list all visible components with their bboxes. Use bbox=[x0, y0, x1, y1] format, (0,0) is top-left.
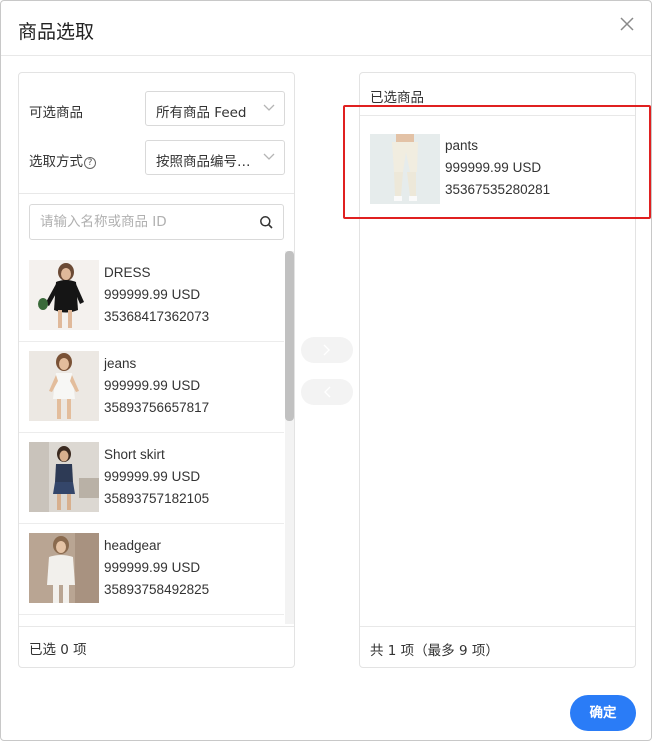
selected-products-panel: 已选商品 pants 999999.99 USD 35367535280281 … bbox=[359, 72, 636, 668]
product-id: 35893756657817 bbox=[104, 400, 210, 415]
product-info: jeans 999999.99 USD 35893756657817 bbox=[104, 353, 209, 419]
white-dress-photo bbox=[29, 351, 99, 421]
product-name: headgear bbox=[104, 538, 162, 553]
selected-title-divider bbox=[360, 115, 635, 116]
close-icon[interactable] bbox=[616, 13, 638, 35]
product-name: Short skirt bbox=[104, 447, 165, 462]
headgear-photo bbox=[29, 533, 99, 603]
selected-count: 已选 0 项 bbox=[29, 642, 87, 658]
product-info: Short skirt 999999.99 USD 35893757182105 bbox=[104, 444, 209, 510]
source-select[interactable]: 所有商品 Feed bbox=[145, 91, 285, 126]
denim-outfit-photo bbox=[29, 442, 99, 512]
move-left-button[interactable] bbox=[301, 379, 353, 405]
chevron-right-icon bbox=[323, 344, 330, 356]
method-select[interactable]: 按照商品编号… bbox=[145, 140, 285, 175]
pants-photo bbox=[370, 134, 440, 204]
product-price: 999999.99 USD bbox=[104, 287, 201, 302]
product-selection-dialog: 商品选取 可选商品 所有商品 Feed 选取方式? 按照商品编号… 请输入名称或… bbox=[0, 0, 652, 741]
dialog-title: 商品选取 bbox=[18, 21, 95, 43]
chevron-down-icon bbox=[263, 153, 275, 160]
available-product-list: DRESS 999999.99 USD 35368417362073 jeans… bbox=[19, 251, 294, 624]
list-item[interactable]: headgear 999999.99 USD 35893758492825 bbox=[19, 524, 284, 615]
search-box bbox=[29, 204, 284, 240]
product-price: 999999.99 USD bbox=[104, 560, 201, 575]
method-select-value: 按照商品编号… bbox=[156, 154, 251, 170]
filter-divider bbox=[19, 193, 294, 194]
search-icon[interactable] bbox=[259, 215, 274, 230]
product-name: DRESS bbox=[104, 265, 151, 280]
source-label: 可选商品 bbox=[29, 105, 83, 121]
product-id: 35893757182105 bbox=[104, 491, 210, 506]
scrollbar-thumb[interactable] bbox=[285, 251, 294, 421]
product-info: headgear 999999.99 USD 35893758492825 bbox=[104, 535, 209, 601]
dialog-header: 商品选取 bbox=[1, 1, 651, 56]
list-item[interactable]: Short skirt 999999.99 USD 35893757182105 bbox=[19, 433, 284, 524]
list-item[interactable]: jeans 999999.99 USD 35893756657817 bbox=[19, 342, 284, 433]
selected-list-item[interactable]: pants 999999.99 USD 35367535280281 bbox=[360, 125, 635, 215]
list-item[interactable] bbox=[19, 615, 284, 624]
product-id: 35367535280281 bbox=[445, 182, 551, 197]
chevron-left-icon bbox=[324, 386, 331, 398]
product-name: pants bbox=[445, 138, 479, 153]
available-products-panel: 可选商品 所有商品 Feed 选取方式? 按照商品编号… 请输入名称或商品 ID… bbox=[18, 72, 295, 668]
chevron-down-icon bbox=[263, 104, 275, 111]
help-icon[interactable]: ? bbox=[84, 157, 96, 169]
product-price: 999999.99 USD bbox=[445, 160, 542, 175]
method-label: 选取方式 bbox=[29, 154, 83, 170]
product-info: DRESS 999999.99 USD 35368417362073 bbox=[104, 262, 209, 328]
source-select-value: 所有商品 Feed bbox=[156, 105, 247, 121]
product-id: 35368417362073 bbox=[104, 309, 210, 324]
product-id: 35893758492825 bbox=[104, 582, 210, 597]
dress-photo bbox=[29, 260, 99, 330]
confirm-button[interactable]: 确定 bbox=[570, 695, 636, 731]
product-info: pants 999999.99 USD 35367535280281 bbox=[445, 135, 550, 201]
footer-divider bbox=[19, 626, 294, 627]
selected-title: 已选商品 bbox=[370, 90, 424, 106]
footer-divider bbox=[360, 626, 635, 627]
search-input[interactable] bbox=[40, 213, 250, 231]
list-item[interactable]: DRESS 999999.99 USD 35368417362073 bbox=[19, 251, 284, 342]
product-price: 999999.99 USD bbox=[104, 469, 201, 484]
method-label-row: 选取方式? bbox=[29, 150, 96, 170]
selected-total: 共 1 项（最多 9 项） bbox=[370, 643, 499, 659]
move-right-button[interactable] bbox=[301, 337, 353, 363]
product-name: jeans bbox=[104, 356, 137, 371]
product-price: 999999.99 USD bbox=[104, 378, 201, 393]
